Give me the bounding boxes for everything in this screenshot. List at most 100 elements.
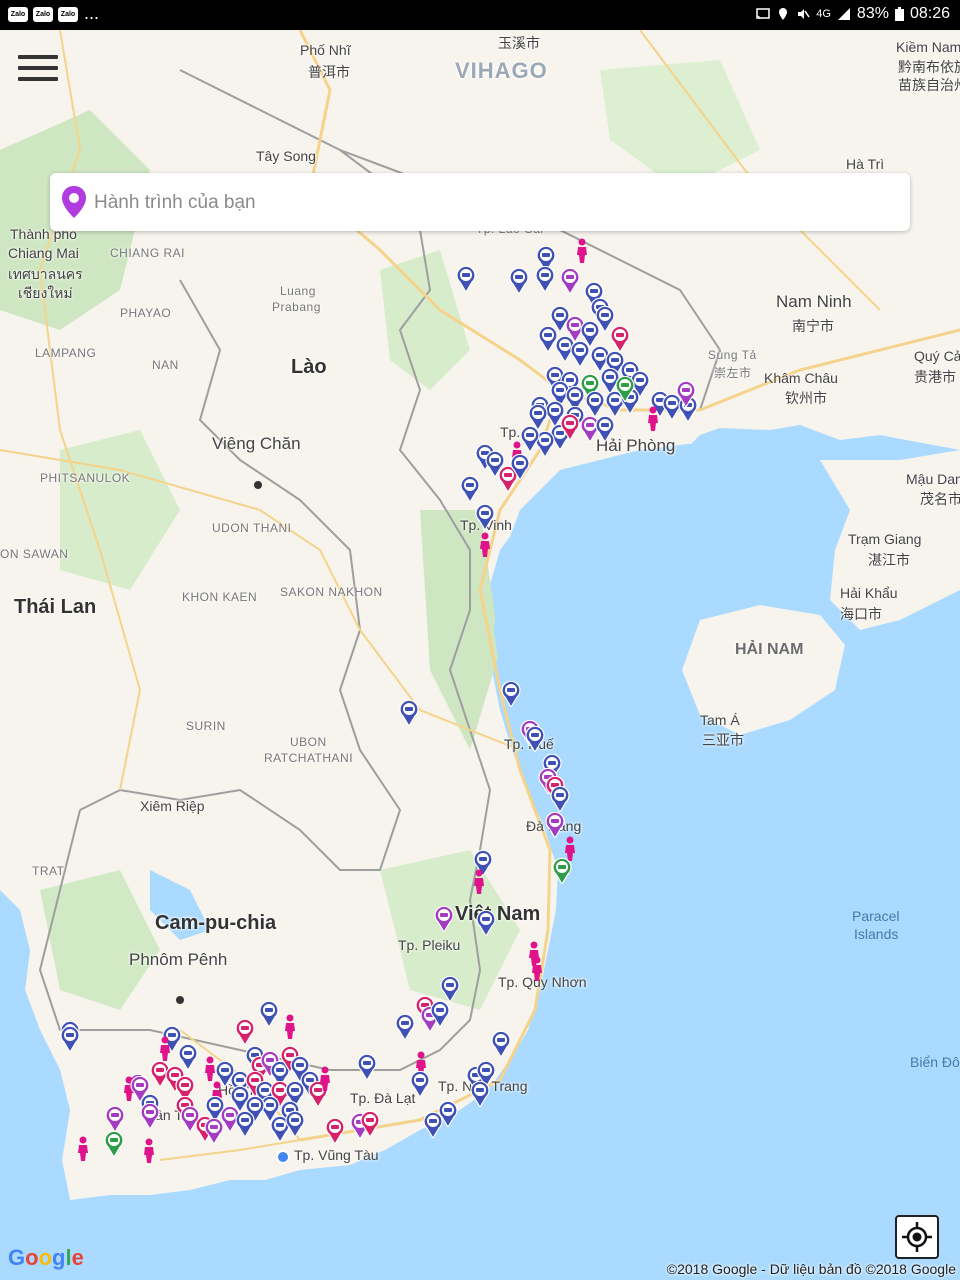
label-phnom-penh: Phnôm Pênh [129, 950, 228, 969]
vehicle-marker-icon[interactable] [204, 1118, 224, 1144]
label-nan: NAN [152, 358, 179, 372]
label-vieng-chan: Viêng Chăn [212, 434, 301, 453]
label-udon-thani: UDON THANI [212, 521, 292, 535]
zalo-notification-icon: Zalo [33, 7, 53, 22]
person-marker-icon[interactable] [575, 238, 595, 264]
search-bar[interactable] [50, 173, 910, 231]
person-marker-icon[interactable] [76, 1136, 96, 1162]
label-chiang-mai-2: Chiang Mai [8, 245, 79, 261]
phnom-penh-dot [176, 996, 184, 1004]
vehicle-marker-icon[interactable] [510, 454, 530, 480]
journey-search-input[interactable] [92, 185, 896, 221]
vehicle-marker-icon[interactable] [595, 416, 615, 442]
label-sung-ta-cn: 崇左市 [714, 366, 752, 380]
my-location-button[interactable] [895, 1215, 939, 1259]
vehicle-marker-icon[interactable] [140, 1103, 160, 1129]
label-bien-dong: Biển Đô [910, 1054, 960, 1070]
status-right: 4G 83% 08:26 [756, 5, 950, 23]
vehicle-marker-icon[interactable] [357, 1054, 377, 1080]
vehicle-marker-icon[interactable] [676, 381, 696, 407]
label-sakon-nakhon: SAKON NAKHON [280, 585, 383, 599]
vehicle-marker-icon[interactable] [434, 906, 454, 932]
vehicle-marker-icon[interactable] [105, 1106, 125, 1132]
label-tp-pleiku: Tp. Pleiku [398, 937, 461, 953]
person-marker-icon[interactable] [478, 532, 498, 558]
clock: 08:26 [909, 5, 950, 22]
person-marker-icon[interactable] [646, 406, 666, 432]
map-copyright: ©2018 Google - Dữ liệu bản đồ ©2018 Goog… [666, 1261, 956, 1277]
vientiane-dot [254, 481, 262, 489]
label-phayao: PHAYAO [120, 306, 172, 320]
person-marker-icon[interactable] [158, 1036, 178, 1062]
vehicle-marker-icon[interactable] [585, 391, 605, 417]
person-marker-icon[interactable] [530, 956, 550, 982]
vehicle-marker-icon[interactable] [285, 1111, 305, 1137]
vehicle-marker-icon[interactable] [552, 858, 572, 884]
vehicle-marker-icon[interactable] [535, 266, 555, 292]
label-vietnam: Việt Nam [455, 903, 541, 925]
zalo-notification-icon: Zalo [58, 7, 78, 22]
vehicle-marker-icon[interactable] [509, 268, 529, 294]
vehicle-marker-icon[interactable] [423, 1112, 443, 1138]
vehicle-marker-icon[interactable] [130, 1076, 150, 1102]
vehicle-marker-icon[interactable] [545, 812, 565, 838]
vehicle-marker-icon[interactable] [470, 1081, 490, 1107]
vehicle-marker-icon[interactable] [180, 1106, 200, 1132]
label-tram-giang-cn: 湛江市 [868, 552, 910, 568]
vehicle-marker-icon[interactable] [60, 1026, 80, 1052]
vehicle-marker-icon[interactable] [525, 726, 545, 752]
label-xiem-riep: Xiêm Riệp [140, 798, 205, 814]
vehicle-marker-icon[interactable] [570, 341, 590, 367]
label-mau-danh: Mậu Dan [906, 471, 960, 487]
cast-icon [756, 8, 770, 20]
label-mau-danh-cn: 茂名市 [920, 491, 960, 507]
vehicle-marker-icon[interactable] [491, 1031, 511, 1057]
vehicle-marker-icon[interactable] [560, 414, 580, 440]
vehicle-marker-icon[interactable] [395, 1014, 415, 1040]
status-bar: Zalo Zalo Zalo ... 4G 83% 08:26 [0, 0, 960, 30]
label-laos: Lào [291, 356, 327, 378]
vehicle-marker-icon[interactable] [550, 786, 570, 812]
vehicle-marker-icon[interactable] [259, 1001, 279, 1027]
vehicle-marker-icon[interactable] [560, 268, 580, 294]
vehicle-marker-icon[interactable] [475, 504, 495, 530]
location-icon [779, 8, 788, 20]
label-ubon-2: RATCHATHANI [264, 751, 354, 765]
vehicle-marker-icon[interactable] [501, 681, 521, 707]
person-marker-icon[interactable] [318, 1066, 338, 1092]
vehicle-marker-icon[interactable] [615, 376, 635, 402]
vehicle-marker-icon[interactable] [360, 1111, 380, 1137]
vehicle-marker-icon[interactable] [476, 910, 496, 936]
label-vihago: VIHAGO [455, 58, 548, 83]
network-type: 4G [816, 8, 831, 20]
label-tp-hn: Tp. [500, 424, 521, 440]
label-ngoc-khe-cn: 玉溪市 [498, 35, 540, 51]
vehicle-marker-icon[interactable] [104, 1131, 124, 1157]
label-kham-chau-cn: 钦州市 [785, 390, 827, 406]
label-ubon-1: UBON [290, 735, 327, 749]
person-marker-icon[interactable] [283, 1014, 303, 1040]
location-pin-icon [62, 186, 86, 218]
hamburger-menu-icon[interactable] [18, 55, 58, 85]
label-kham-chau: Khâm Châu [764, 370, 838, 386]
label-khon-kaen: KHON KAEN [182, 590, 258, 604]
person-marker-icon[interactable] [472, 869, 492, 895]
my-location-icon [902, 1222, 932, 1252]
label-nam-ninh: Nam Ninh [776, 292, 852, 311]
label-hai-khau: Hải Khẩu [840, 585, 898, 601]
vehicle-marker-icon[interactable] [235, 1111, 255, 1137]
vehicle-marker-icon[interactable] [430, 1001, 450, 1027]
vehicle-marker-icon[interactable] [610, 326, 630, 352]
label-paracel-2: Islands [854, 926, 899, 942]
label-chiang-rai: CHIANG RAI [110, 246, 186, 260]
person-marker-icon[interactable] [142, 1138, 162, 1164]
vehicle-marker-icon[interactable] [325, 1118, 345, 1144]
vehicle-marker-icon[interactable] [235, 1019, 255, 1045]
vehicle-marker-icon[interactable] [440, 976, 460, 1002]
vehicle-marker-icon[interactable] [410, 1071, 430, 1097]
vehicle-marker-icon[interactable] [456, 266, 476, 292]
vehicle-marker-icon[interactable] [460, 476, 480, 502]
label-tam-a: Tam Á [700, 712, 740, 728]
label-kiem-nam: Kiềm Nam [896, 39, 960, 55]
vehicle-marker-icon[interactable] [399, 700, 419, 726]
